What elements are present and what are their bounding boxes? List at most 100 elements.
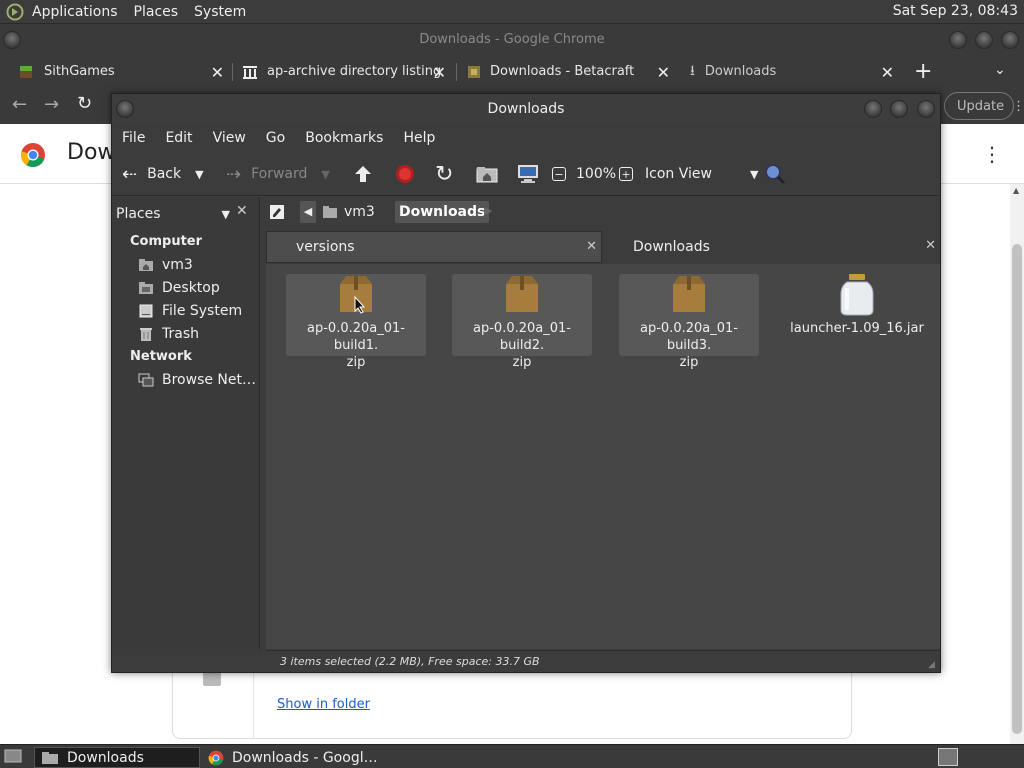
forward-label: Forward [251, 166, 308, 182]
search-button[interactable] [764, 152, 786, 196]
tab-label: Downloads [704, 64, 777, 79]
file-item-build2[interactable]: ap-0.0.20a_01-build2. zip [452, 274, 592, 370]
resize-grip-icon[interactable]: ◢ [928, 660, 938, 670]
computer-button[interactable] [517, 152, 539, 196]
forward-arrow-icon: ⇢ [226, 163, 242, 185]
close-icon[interactable]: ✕ [433, 63, 446, 82]
chrome-tab-strip: SithGames ✕ ap-archive directory listing… [0, 55, 1024, 88]
file-manager-titlebar[interactable]: Downloads [112, 94, 940, 124]
home-folder-icon [476, 165, 498, 183]
menu-edit[interactable]: Edit [165, 130, 192, 146]
tab-downloads[interactable]: Downloads ✕ [603, 231, 940, 263]
taskbar-item-chrome[interactable]: Downloads - Googl… [202, 747, 402, 768]
menu-applications[interactable]: Applications [32, 4, 118, 20]
forward-arrow-icon[interactable]: → [44, 94, 59, 115]
desktop-folder-icon [138, 280, 154, 296]
menu-file[interactable]: File [122, 130, 145, 146]
menu-bookmarks[interactable]: Bookmarks [305, 130, 383, 146]
zoom-level[interactable]: 100% [576, 152, 616, 196]
sidebar-item-file-system[interactable]: File System [138, 301, 242, 321]
up-button[interactable] [353, 152, 373, 196]
tab-label: Downloads [633, 239, 710, 255]
menu-view[interactable]: View [213, 130, 246, 146]
zoom-in-button[interactable]: + [619, 152, 633, 196]
sidebar-item-trash[interactable]: Trash [138, 324, 199, 344]
path-button-vm3[interactable]: vm3 [322, 201, 375, 223]
kebab-menu-icon: ⋮ [1012, 98, 1024, 114]
close-icon[interactable]: ✕ [586, 239, 597, 254]
minimize-button[interactable] [864, 100, 882, 118]
maximize-button[interactable] [890, 100, 908, 118]
zip-archive-icon [671, 274, 707, 314]
up-arrow-icon [353, 164, 373, 184]
tab-betacraft[interactable]: Downloads - Betacraft ✕ [466, 55, 676, 88]
path-button-downloads[interactable]: Downloads [395, 201, 490, 223]
taskbar-item-file-manager[interactable]: Downloads [34, 747, 200, 768]
file-name: launcher-1.09_16.jar [790, 321, 924, 336]
scrollbar-thumb[interactable] [1012, 244, 1022, 734]
new-tab-plus-icon[interactable]: + [914, 59, 932, 84]
close-window-button[interactable] [1001, 31, 1019, 49]
page-menu-kebab-icon[interactable]: ⋮ [982, 142, 1002, 166]
sidebar-item-desktop[interactable]: Desktop [138, 278, 220, 298]
search-icon [764, 163, 786, 185]
close-sidebar-icon[interactable]: ✕ [236, 203, 254, 223]
clock[interactable]: Sat Sep 23, 08:43 [893, 3, 1018, 19]
menubar: File Edit View Go Bookmarks Help [112, 124, 940, 152]
menu-places[interactable]: Places [134, 4, 179, 20]
minimize-button[interactable] [949, 31, 967, 49]
file-name: ap-0.0.20a_01-build1. zip [307, 321, 405, 370]
sidebar-item-label: File System [162, 303, 243, 319]
mouse-cursor-icon [354, 296, 366, 314]
betacraft-icon [466, 64, 482, 80]
close-icon[interactable]: ✕ [925, 238, 936, 253]
home-folder-icon [322, 205, 338, 219]
path-scroll-right-icon[interactable]: ▶ [484, 204, 492, 217]
path-scroll-left-icon[interactable]: ◀ [300, 201, 316, 223]
workspace-switcher[interactable] [938, 748, 958, 766]
distro-logo-icon[interactable] [6, 3, 24, 21]
places-sidebar: Places ▼ ✕ Computer vm3 Desktop File Sys… [112, 197, 260, 649]
sidebar-item-browse-network[interactable]: Browse Net… [138, 370, 256, 390]
close-icon[interactable]: ✕ [657, 63, 670, 82]
path-label: vm3 [344, 204, 375, 220]
edit-location-icon[interactable] [268, 203, 286, 221]
home-button[interactable] [476, 152, 498, 196]
sidebar-type-select[interactable]: Places ▼ [116, 203, 232, 225]
tab-versions[interactable]: versions ✕ [266, 231, 602, 263]
file-icon-view[interactable]: ap-0.0.20a_01-build1. zip ap-0.0.20a_01-b… [266, 264, 940, 649]
chevron-down-icon: ▼ [221, 207, 230, 221]
show-desktop-icon[interactable] [4, 748, 22, 764]
tab-downloads[interactable]: ⭳ Downloads ✕ [690, 55, 900, 88]
close-icon[interactable]: ✕ [211, 63, 224, 82]
path-bar: ◀ vm3 Downloads ▶ [262, 197, 940, 229]
reload-icon[interactable]: ↻ [77, 93, 92, 114]
task-label: Downloads - Googl… [232, 749, 378, 766]
back-dropdown-icon[interactable]: ▼ [195, 168, 203, 181]
view-mode-select[interactable]: Icon View ▼ [645, 152, 758, 196]
sidebar-item-vm3[interactable]: vm3 [138, 255, 193, 275]
tab-ap-archive[interactable]: ap-archive directory listing ✕ [242, 55, 452, 88]
stop-button[interactable] [395, 152, 415, 196]
tab-sithgames[interactable]: SithGames ✕ [18, 55, 230, 88]
forward-dropdown-icon[interactable]: ▼ [321, 168, 329, 181]
folder-icon [41, 751, 59, 765]
forward-button[interactable]: ⇢ Forward ▼ [226, 152, 330, 196]
menu-help[interactable]: Help [403, 130, 435, 146]
file-item-build3[interactable]: ap-0.0.20a_01-build3. zip [619, 274, 759, 370]
maximize-button[interactable] [975, 31, 993, 49]
menu-system[interactable]: System [194, 4, 246, 20]
back-arrow-icon[interactable]: ← [12, 94, 27, 115]
zoom-out-button[interactable]: − [552, 152, 566, 196]
update-button[interactable]: Update ⋮ [944, 92, 1024, 120]
close-icon[interactable]: ✕ [881, 63, 894, 82]
show-in-folder-link[interactable]: Show in folder [277, 697, 370, 712]
file-item-build1[interactable]: ap-0.0.20a_01-build1. zip [286, 274, 426, 370]
update-label: Update [957, 98, 1005, 114]
back-button[interactable]: ⇠ Back ▼ [122, 152, 204, 196]
reload-button[interactable]: ↻ [435, 152, 453, 196]
file-item-launcher-jar[interactable]: launcher-1.09_16.jar [787, 274, 927, 356]
menu-go[interactable]: Go [266, 130, 285, 146]
tab-search-chevron-icon[interactable]: ⌄ [994, 62, 1006, 78]
close-window-button[interactable] [917, 100, 935, 118]
